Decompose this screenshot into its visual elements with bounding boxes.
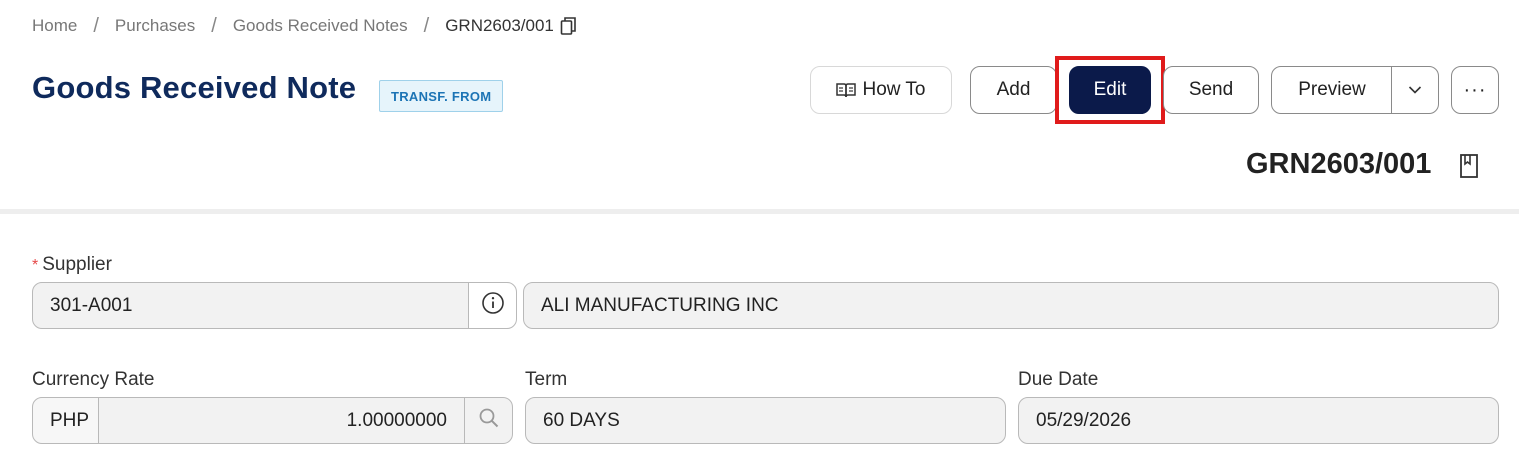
term-label: Term (525, 369, 568, 390)
edit-button[interactable]: Edit (1069, 66, 1151, 114)
send-button[interactable]: Send (1163, 66, 1259, 114)
supplier-code-field[interactable]: 301-A001 (32, 282, 469, 329)
add-button[interactable]: Add (970, 66, 1057, 114)
how-to-button[interactable]: How To (810, 66, 952, 114)
page-title: Goods Received Note (32, 70, 357, 105)
due-date-field[interactable]: 05/29/2026 (1018, 397, 1499, 444)
preview-dropdown-button[interactable] (1391, 66, 1439, 114)
breadcrumb-home[interactable]: Home (32, 16, 77, 36)
breadcrumb-current: GRN2603/001 (445, 16, 554, 35)
breadcrumb-separator: / (211, 14, 217, 37)
supplier-label: * Supplier (32, 254, 112, 276)
copy-icon[interactable] (560, 16, 578, 36)
currency-search-button[interactable] (464, 397, 513, 444)
breadcrumb: Home / Purchases / Goods Received Notes … (32, 14, 578, 38)
breadcrumb-purchases[interactable]: Purchases (115, 16, 195, 36)
chevron-down-icon (1408, 79, 1422, 101)
section-divider (0, 209, 1519, 214)
supplier-name-field[interactable]: ALI MANUFACTURING INC (523, 282, 1499, 329)
status-badge: TRANSF. FROM (379, 80, 504, 112)
bookmark-icon[interactable] (1459, 153, 1479, 179)
currency-rate-field[interactable]: 1.00000000 (98, 397, 465, 444)
document-number: GRN2603/001 (1246, 148, 1432, 180)
due-date-label: Due Date (1018, 369, 1099, 390)
supplier-label-text: Supplier (42, 254, 112, 275)
preview-button[interactable]: Preview (1271, 66, 1393, 114)
book-icon (836, 82, 857, 98)
info-icon (481, 291, 505, 320)
more-options-button[interactable]: ··· (1451, 66, 1499, 114)
how-to-label: How To (862, 79, 926, 100)
currency-code-field[interactable]: PHP (32, 397, 99, 444)
currency-rate-label: Currency Rate (32, 369, 155, 390)
term-field[interactable]: 60 DAYS (525, 397, 1006, 444)
search-icon (478, 407, 500, 434)
supplier-info-button[interactable] (468, 282, 517, 329)
breadcrumb-separator: / (93, 14, 99, 37)
required-mark: * (32, 257, 39, 274)
breadcrumb-goods-received-notes[interactable]: Goods Received Notes (233, 16, 408, 36)
breadcrumb-separator: / (423, 14, 430, 37)
